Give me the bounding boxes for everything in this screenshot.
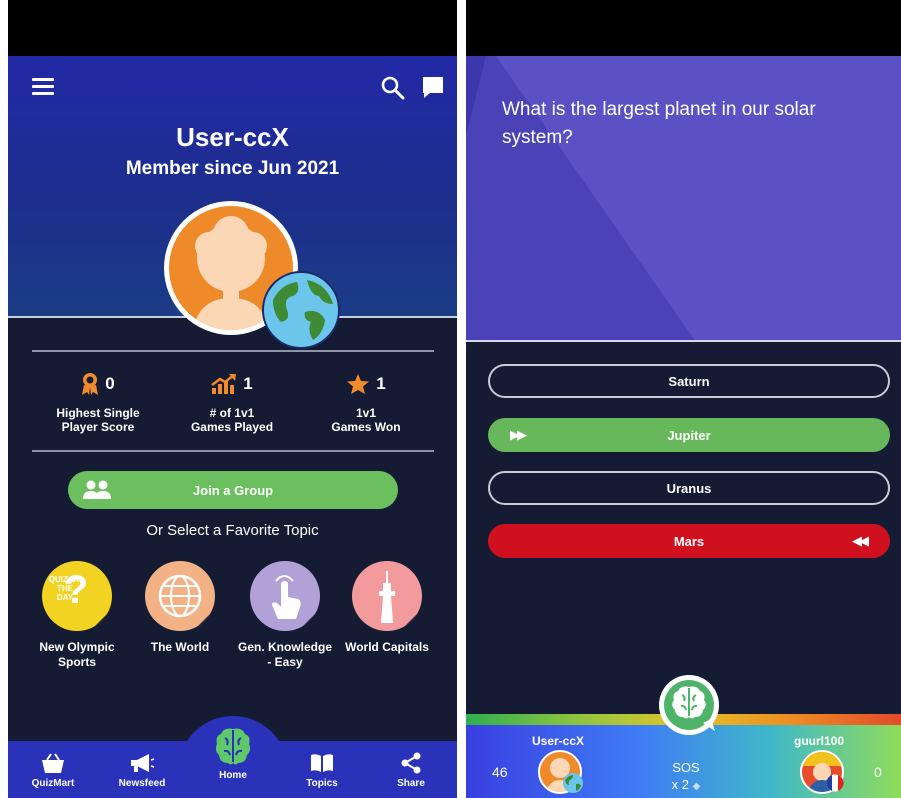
answer-option-saturn[interactable]: Saturn [488,364,890,398]
diamond-icon: ◆ [692,781,701,792]
open-book-icon [311,754,333,772]
stat-label: Highest Single [56,406,140,420]
player2-score: 0 [874,764,882,780]
stat-value: 0 [105,374,115,393]
nav-label: Newsfeed [118,778,166,789]
nav-label: Home [219,770,247,781]
status-bar [8,0,457,56]
hamburger-menu-icon[interactable] [32,78,54,96]
nav-topics[interactable]: Topics [287,752,357,789]
brain-icon [215,728,251,765]
ribbon-medal-icon [82,373,99,395]
answer-option-jupiter[interactable]: ▶▶ Jupiter [488,418,890,452]
group-icon [83,480,111,499]
share-icon [401,752,421,774]
stat-value: 1 [243,374,253,393]
nav-home[interactable]: Home [198,726,268,781]
star-icon [347,374,370,394]
stat-highest-score: 0 Highest Single Player Score [33,370,163,434]
rewind-icon: ◀◀ [852,533,869,548]
topic-gen-knowledge-easy[interactable]: Gen. Knowledge - Easy [235,561,335,670]
answer-label: Mars [673,533,705,549]
profile-username: User-ccX [176,122,289,152]
player1-globe-icon [563,773,583,793]
topic-world-capitals[interactable]: World Capitals [337,561,437,655]
topic-label: The World [150,640,210,654]
join-group-label: Join a Group [192,482,274,498]
trending-chart-icon [211,374,237,394]
topic-the-world[interactable]: The World [130,561,230,655]
divider-top [32,350,434,352]
select-topic-heading: Or Select a Favorite Topic [146,522,319,539]
nav-newsfeed[interactable]: Newsfeed [107,752,177,789]
stat-label: 1v1 [355,406,377,420]
player2-name: guurl100 [794,734,845,748]
nav-quizmart[interactable]: QuizMart [18,752,88,789]
answer-option-mars[interactable]: Mars ◀◀ [488,524,890,558]
stat-label: # of 1v1 [209,406,255,420]
fast-forward-icon: ▶▶ [510,427,527,442]
divider-bottom [32,450,434,452]
world-globe-icon [145,561,215,631]
quiz-of-the-day-icon: ? QUIZ OF THE DAY [42,561,112,631]
join-group-button[interactable]: Join a Group [68,471,398,509]
chat-icon[interactable] [420,74,446,100]
nav-label: Topics [306,778,338,789]
answer-option-uranus[interactable]: Uranus [488,471,890,505]
stat-label: Player Score [61,420,135,434]
question-text: What is the largest planet in our solar … [502,99,816,148]
topic-label: Gen. Knowledge [237,640,332,654]
profile-screen: User-ccX Member since Jun 2021 0 Highest… [8,0,457,798]
topic-new-olympic-sports[interactable]: ? QUIZ OF THE DAY New Olympic Sports [27,561,127,670]
answer-label: Jupiter [667,427,711,443]
sos-lifeline[interactable]: SOS x 2 ◆ [656,759,716,795]
topic-label: New Olympic [39,640,115,654]
answer-label: Uranus [666,480,712,496]
player1-name: User-ccX [532,734,585,748]
nav-label: Share [397,778,425,789]
topic-label: - Easy [267,655,303,669]
nav-label: QuizMart [31,778,75,789]
stat-value: 1 [376,374,386,393]
member-since: Member since Jun 2021 [125,158,340,179]
topic-label: Sports [57,655,96,669]
brain-logo-icon [659,675,719,735]
stat-label: Games Played [190,420,274,434]
answer-label: Saturn [668,373,710,389]
stat-games-won: 1 1v1 Games Won [301,370,431,434]
hand-tap-icon [250,561,320,631]
stat-games-played: 1 # of 1v1 Games Played [167,370,297,434]
stat-label: Games Won [331,420,401,434]
search-icon[interactable] [380,75,406,101]
status-bar [466,0,901,56]
shopping-basket-icon [42,753,64,773]
france-flag-icon [826,774,844,792]
quiz-question-screen: What is the largest planet in our solar … [466,0,901,798]
tower-icon [352,561,422,631]
megaphone-icon [131,754,155,772]
player1-score: 46 [492,764,508,780]
sos-count: x 2 [671,777,689,792]
topic-label: World Capitals [345,640,429,654]
quiz-of-the-day-badge: QUIZ OF THE DAY [48,575,82,602]
nav-share[interactable]: Share [376,752,446,789]
globe-icon [262,271,340,349]
sos-label: SOS [672,760,700,775]
